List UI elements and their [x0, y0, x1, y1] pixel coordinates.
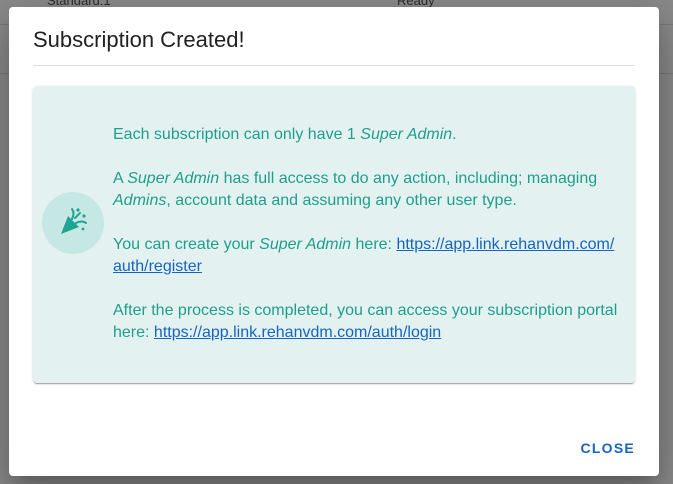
- title-divider: [33, 65, 635, 66]
- text: You can create your: [113, 236, 260, 253]
- super-admin-emphasis: Super Admin: [259, 236, 352, 253]
- close-button[interactable]: CLOSE: [573, 434, 643, 462]
- dialog-title: Subscription Created!: [33, 27, 245, 52]
- subscription-created-dialog: Subscription Created! Each subscription …: [9, 7, 659, 476]
- alert-message: Each subscription can only have 1 Super …: [113, 124, 623, 366]
- text: Each subscription can only have 1: [113, 126, 361, 143]
- login-link[interactable]: https://app.link.rehanvdm.com/auth/login: [154, 324, 441, 341]
- text: , account data and assuming any other us…: [166, 192, 517, 209]
- text: .: [452, 126, 457, 143]
- alert-paragraph-3: You can create your Super Admin here: ht…: [113, 234, 623, 278]
- text: here:: [351, 236, 397, 253]
- party-popper-icon-svg: [61, 208, 87, 234]
- text: A: [113, 170, 128, 187]
- info-alert: Each subscription can only have 1 Super …: [33, 86, 635, 383]
- alert-paragraph-2: A Super Admin has full access to do any …: [113, 168, 623, 212]
- admins-emphasis: Admins: [113, 192, 167, 209]
- super-admin-emphasis: Super Admin: [127, 170, 220, 187]
- party-popper-icon: [42, 192, 104, 254]
- alert-paragraph-1: Each subscription can only have 1 Super …: [113, 124, 623, 146]
- alert-paragraph-4: After the process is completed, you can …: [113, 300, 623, 344]
- super-admin-emphasis: Super Admin: [360, 126, 453, 143]
- text: has full access to do any action, includ…: [219, 170, 598, 187]
